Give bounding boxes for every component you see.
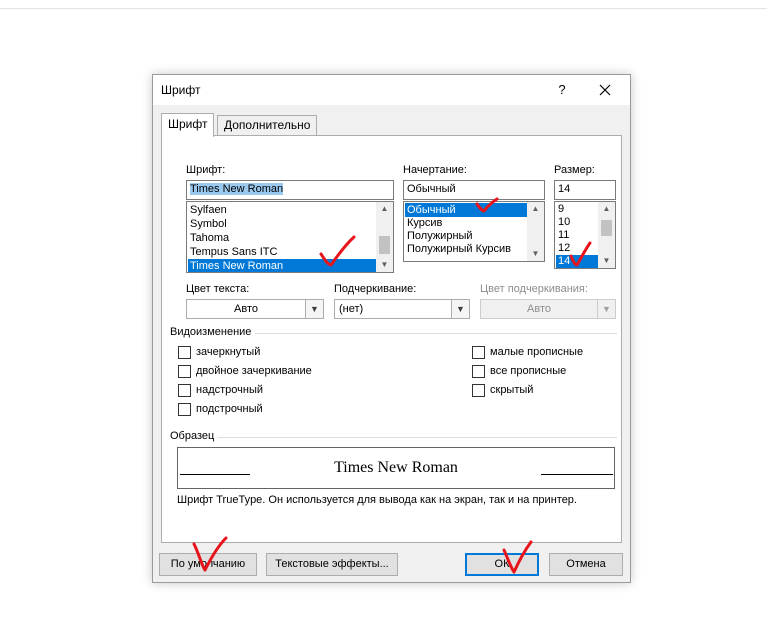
font-list-scrollbar[interactable]: ▲ ▼ — [376, 202, 393, 272]
list-item[interactable]: Tahoma — [188, 231, 376, 245]
underline-value: (нет) — [339, 303, 364, 315]
list-item-selected[interactable]: Обычный — [405, 203, 527, 217]
font-size-input[interactable]: 14 — [554, 180, 616, 200]
underline-color-label: Цвет подчеркивания: — [480, 283, 588, 295]
checkbox-box[interactable] — [472, 384, 485, 397]
tab-font[interactable]: Шрифт — [161, 113, 215, 137]
checkbox-box[interactable] — [472, 365, 485, 378]
set-default-button[interactable]: По умолчанию — [159, 553, 257, 576]
tab-advanced[interactable]: Дополнительно — [217, 115, 318, 136]
checkbox-label: скрытый — [490, 384, 534, 396]
checkbox-label: двойное зачеркивание — [196, 365, 312, 377]
font-color-value: Авто — [234, 303, 258, 315]
list-item[interactable]: 9 — [556, 203, 598, 216]
checkbox-box[interactable] — [178, 365, 191, 378]
list-item[interactable]: Sylfaen — [188, 203, 376, 217]
underline-color-select: Авто ▼ — [480, 299, 616, 319]
checkbox-box[interactable] — [178, 384, 191, 397]
checkbox-label: все прописные — [490, 365, 567, 377]
preview-group-line — [172, 437, 617, 438]
title-bar: Шрифт ? — [153, 75, 630, 105]
list-item[interactable]: Курсив — [405, 216, 527, 230]
window-top-divider — [0, 8, 767, 9]
list-item[interactable]: Symbol — [188, 217, 376, 231]
chevron-down-icon[interactable]: ▼ — [305, 300, 323, 318]
checkbox-label: зачеркнутый — [196, 346, 261, 358]
checkbox-label: подстрочный — [196, 403, 263, 415]
font-name-input[interactable]: Times New Roman — [186, 180, 394, 200]
close-button[interactable] — [593, 79, 617, 101]
checkbox-box[interactable] — [178, 403, 191, 416]
font-preview-box: Times New Roman — [177, 447, 615, 489]
checkbox-label: малые прописные — [490, 346, 584, 358]
scroll-down-icon[interactable]: ▼ — [376, 258, 393, 272]
dialog-title: Шрифт — [161, 83, 201, 97]
chevron-down-icon[interactable]: ▼ — [451, 300, 469, 318]
scroll-up-icon[interactable]: ▲ — [598, 202, 615, 216]
checkbox-label: надстрочный — [196, 384, 263, 396]
list-item[interactable]: Tempus Sans ITC — [188, 245, 376, 259]
help-button[interactable]: ? — [551, 79, 573, 101]
preview-baseline-right — [541, 474, 613, 475]
close-icon — [599, 84, 611, 96]
list-item[interactable]: Полужирный — [405, 229, 527, 243]
chevron-down-icon: ▼ — [597, 300, 615, 318]
font-name-label: Шрифт: — [186, 164, 226, 176]
font-dialog: Шрифт ? Шрифт Дополнительно Шрифт: Times… — [152, 74, 631, 583]
font-size-label: Размер: — [554, 164, 595, 176]
text-effects-button[interactable]: Текстовые эффекты... — [266, 553, 398, 576]
list-item[interactable]: 11 — [556, 229, 598, 242]
scroll-down-icon[interactable]: ▼ — [598, 254, 615, 268]
checkbox-box[interactable] — [178, 346, 191, 359]
effects-group-title: Видоизменение — [170, 326, 256, 338]
font-style-list[interactable]: Обычный Курсив Полужирный Полужирный Кур… — [403, 201, 545, 262]
list-item-selected[interactable]: Times New Roman — [188, 259, 376, 272]
font-size-list[interactable]: 9 10 11 12 14 ▲ ▼ — [554, 201, 616, 269]
scrollbar-thumb[interactable] — [601, 220, 612, 236]
cancel-button[interactable]: Отмена — [549, 553, 623, 576]
checkbox-box[interactable] — [472, 346, 485, 359]
font-color-label: Цвет текста: — [186, 283, 250, 295]
scrollbar-thumb[interactable] — [379, 236, 390, 254]
font-name-value: Times New Roman — [190, 183, 284, 195]
ok-button[interactable]: ОК — [465, 553, 539, 576]
scroll-up-icon[interactable]: ▲ — [376, 202, 393, 216]
list-item[interactable]: Полужирный Курсив — [405, 242, 527, 256]
scroll-up-icon[interactable]: ▲ — [527, 202, 544, 216]
preview-group-title: Образец — [170, 430, 219, 442]
underline-label: Подчеркивание: — [334, 283, 417, 295]
list-item[interactable]: 10 — [556, 216, 598, 229]
underline-select[interactable]: (нет) ▼ — [334, 299, 470, 319]
list-item[interactable]: 12 — [556, 242, 598, 255]
font-type-note: Шрифт TrueType. Он используется для выво… — [177, 494, 577, 506]
font-style-input[interactable]: Обычный — [403, 180, 545, 200]
list-item-selected[interactable]: 14 — [556, 255, 598, 268]
style-list-scrollbar[interactable]: ▲ ▼ — [527, 202, 544, 261]
font-name-list[interactable]: Sylfaen Symbol Tahoma Tempus Sans ITC Ti… — [186, 201, 394, 273]
underline-color-value: Авто — [527, 303, 551, 315]
font-color-select[interactable]: Авто ▼ — [186, 299, 324, 319]
size-list-scrollbar[interactable]: ▲ ▼ — [598, 202, 615, 268]
scroll-down-icon[interactable]: ▼ — [527, 247, 544, 261]
font-style-label: Начертание: — [403, 164, 467, 176]
